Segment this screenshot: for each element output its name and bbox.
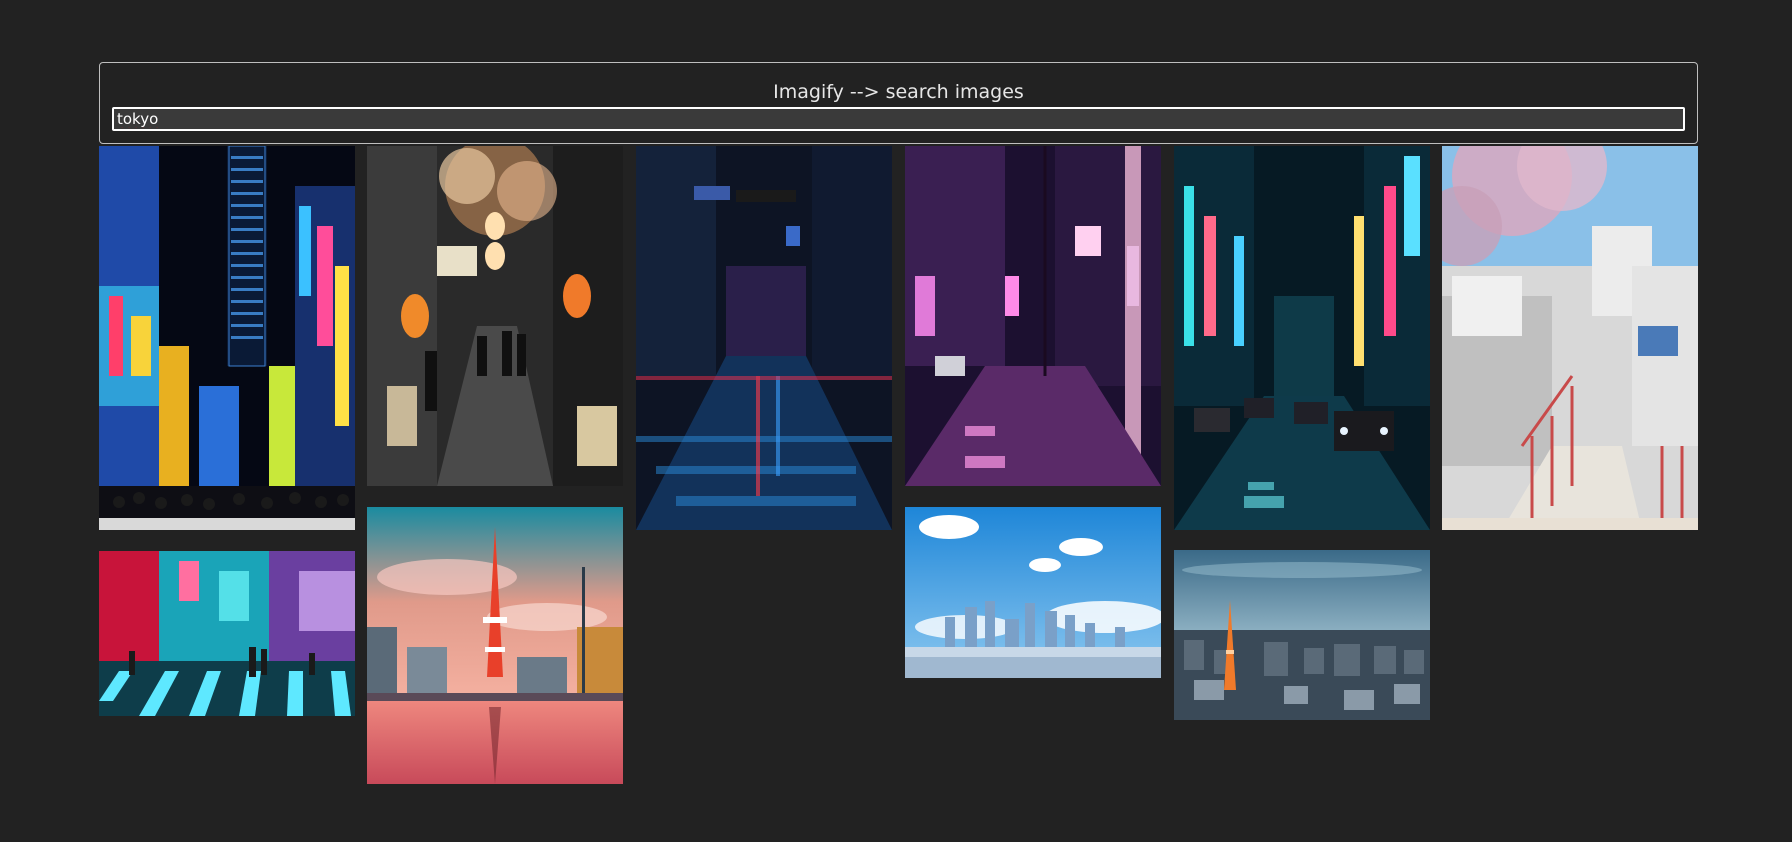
image-result-rainy-night-street[interactable] — [636, 146, 892, 530]
image-shibuya-crossing — [99, 551, 355, 716]
image-result-purple-street[interactable] — [905, 146, 1161, 486]
image-result-neon-street[interactable] — [99, 146, 355, 530]
image-result-hillside-stairs[interactable] — [1442, 146, 1698, 530]
image-result-tokyo-tower-sunset[interactable] — [367, 507, 623, 784]
image-rainy-night-street — [636, 146, 892, 530]
image-lantern-alley — [367, 146, 623, 486]
image-taxi-street — [1174, 146, 1430, 530]
image-purple-street — [905, 146, 1161, 486]
search-input[interactable] — [112, 107, 1685, 131]
app: Imagify --> search images — [0, 0, 1792, 842]
image-result-shibuya-crossing[interactable] — [99, 551, 355, 716]
app-title: Imagify --> search images — [773, 81, 1024, 103]
image-hillside-stairs — [1442, 146, 1698, 530]
image-result-city-skyline[interactable] — [905, 507, 1161, 678]
image-tokyo-tower-sunset — [367, 507, 623, 784]
image-tokyo-aerial — [1174, 550, 1430, 720]
image-result-lantern-alley[interactable] — [367, 146, 623, 486]
image-result-taxi-street[interactable] — [1174, 146, 1430, 530]
search-panel: Imagify --> search images — [99, 62, 1698, 144]
image-result-tokyo-aerial[interactable] — [1174, 550, 1430, 720]
image-neon-street — [99, 146, 355, 530]
image-city-skyline — [905, 507, 1161, 678]
